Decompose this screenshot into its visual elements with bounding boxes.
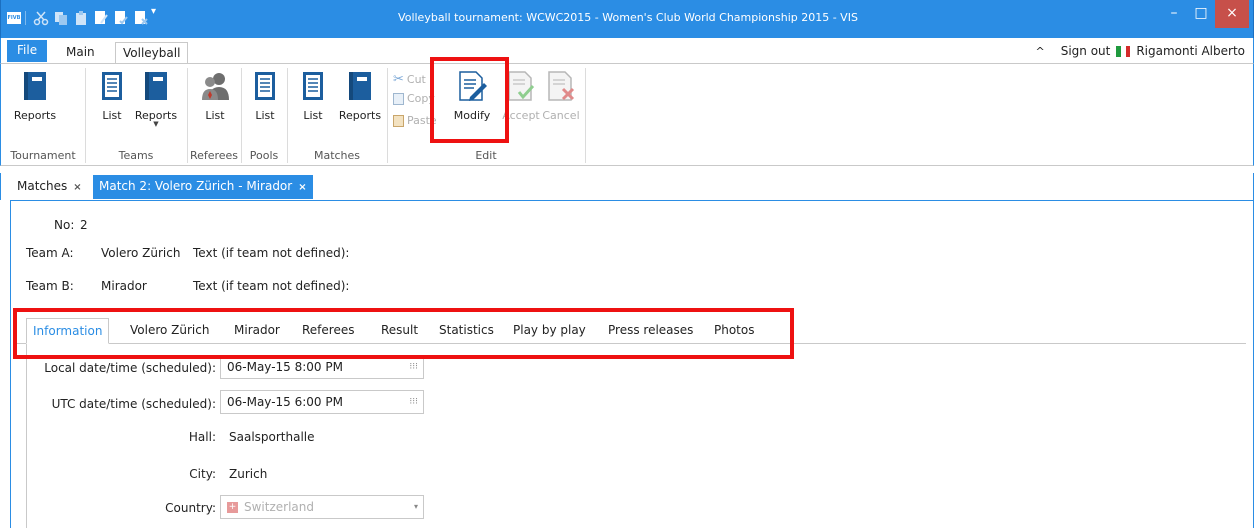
copy-icon	[393, 92, 404, 105]
cut-button[interactable]: ✂ Cut	[393, 72, 426, 87]
match-no-label: No:	[54, 218, 75, 232]
matches-list-button[interactable]: List	[295, 70, 331, 122]
doc-tab-matches[interactable]: Matches ×	[11, 175, 88, 199]
local-datetime-value: 06-May-15 8:00 PM	[227, 360, 343, 374]
modify-highlight-box	[430, 57, 509, 143]
teams-reports-button[interactable]: Reports ▼	[131, 70, 181, 128]
user-area: ^ Sign out Rigamonti Alberto	[1035, 44, 1245, 58]
tournament-reports-label: Reports	[13, 109, 57, 122]
utc-datetime-value: 06-May-15 6:00 PM	[227, 395, 343, 409]
close-tab-icon[interactable]: ×	[298, 182, 306, 193]
chevron-down-icon[interactable]: ▾	[414, 496, 418, 518]
city-value: Zurich	[229, 467, 268, 481]
close-tab-icon[interactable]: ×	[73, 182, 81, 193]
ribbon-tabs: File Main Volleyball ^ Sign out Rigamont…	[0, 38, 1254, 64]
pools-list-label: List	[255, 109, 275, 122]
team-b-label: Team B:	[26, 279, 74, 293]
group-label-teams: Teams	[118, 149, 154, 162]
team-a-value: Volero Zürich	[101, 246, 181, 260]
document-cancel-icon	[548, 71, 575, 101]
user-name[interactable]: Rigamonti Alberto	[1136, 44, 1245, 58]
window-title: Volleyball tournament: WCWC2015 - Women'…	[398, 11, 858, 24]
cancel-button[interactable]: Cancel	[541, 70, 581, 122]
group-label-tournament: Tournament	[10, 149, 76, 162]
doc-tab-match[interactable]: Match 2: Volero Zürich - Mirador ×	[93, 175, 313, 199]
team-a-label: Team A:	[26, 246, 74, 260]
sign-out-link[interactable]: Sign out	[1061, 44, 1111, 58]
teams-list-button[interactable]: List	[95, 70, 129, 122]
utc-datetime-label: UTC date/time (scheduled):	[51, 397, 216, 411]
tab-volleyball[interactable]: Volleyball	[115, 42, 189, 64]
document-tabs: Matches × Match 2: Volero Zürich - Mirado…	[0, 173, 1254, 200]
report-book-icon	[349, 72, 371, 100]
tab-file[interactable]: File	[7, 40, 48, 62]
match-no-value: 2	[80, 218, 88, 232]
group-label-edit: Edit	[475, 149, 497, 162]
maximize-button[interactable]: □	[1188, 0, 1214, 28]
sub-tabs-highlight-box	[13, 308, 794, 359]
cancel-label: Cancel	[542, 109, 580, 122]
referees-list-button[interactable]: List	[195, 70, 235, 122]
collapse-ribbon-icon[interactable]: ^	[1035, 45, 1044, 58]
list-book-icon	[102, 72, 122, 100]
local-datetime-label: Local date/time (scheduled):	[44, 361, 216, 375]
group-label-pools: Pools	[249, 149, 279, 162]
group-separator	[585, 68, 586, 163]
swiss-flag-icon: +	[227, 502, 238, 513]
tournament-reports-button[interactable]: Reports	[7, 70, 63, 122]
list-book-icon	[255, 72, 275, 100]
document-accept-icon	[508, 71, 535, 101]
clipboard-icon	[393, 114, 404, 127]
utc-datetime-field[interactable]: 06-May-15 6:00 PM ⁝⁝⁝	[220, 390, 424, 414]
referees-list-label: List	[205, 109, 225, 122]
matches-reports-button[interactable]: Reports	[335, 70, 385, 122]
pools-list-button[interactable]: List	[247, 70, 283, 122]
tab-main[interactable]: Main	[59, 42, 102, 64]
scissors-icon: ✂	[393, 72, 404, 87]
matches-list-label: List	[303, 109, 323, 122]
group-label-matches: Matches	[313, 149, 361, 162]
hall-label: Hall:	[188, 430, 216, 444]
teams-list-label: List	[102, 109, 122, 122]
doc-tab-match-label: Match 2: Volero Zürich - Mirador	[99, 179, 293, 193]
doc-tab-matches-label: Matches	[17, 179, 68, 193]
city-label: City:	[189, 467, 216, 481]
group-label-referees: Referees	[189, 149, 239, 162]
close-button[interactable]: ×	[1215, 0, 1249, 28]
calendar-icon[interactable]: ⁝⁝⁝	[409, 356, 418, 378]
calendar-icon[interactable]: ⁝⁝⁝	[409, 391, 418, 413]
country-label: Country:	[165, 501, 216, 515]
report-book-icon	[145, 72, 167, 100]
cut-label: Cut	[406, 73, 426, 86]
italy-flag-icon	[1116, 45, 1131, 57]
country-select[interactable]: + Switzerland ▾	[220, 495, 424, 519]
list-book-icon	[303, 72, 323, 100]
copy-button[interactable]: Copy	[393, 92, 435, 105]
ribbon: Reports Tournament List Reports ▼ Teams …	[0, 63, 1254, 166]
report-book-icon	[24, 72, 46, 100]
matches-reports-label: Reports	[338, 109, 382, 122]
referees-people-icon	[202, 73, 229, 100]
team-b-text-label: Text (if team not defined):	[193, 279, 350, 293]
team-a-text-label: Text (if team not defined):	[193, 246, 350, 260]
minimize-button[interactable]: –	[1161, 0, 1187, 28]
title-bar: FIVB ▾ Volleyball tournament: WCWC2015 -…	[0, 0, 1254, 38]
country-value: Switzerland	[244, 500, 314, 514]
team-b-value: Mirador	[101, 279, 147, 293]
hall-value: Saalsporthalle	[229, 430, 315, 444]
